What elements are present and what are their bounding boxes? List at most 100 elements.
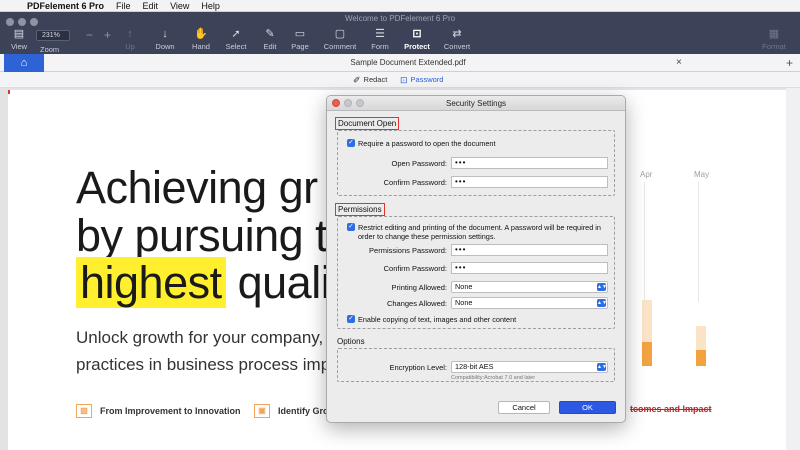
require-password-checkbox[interactable]: ✓ Require a password to open the document: [347, 139, 496, 148]
feature-item: ▧ From Improvement to Innovation: [76, 404, 241, 418]
compatibility-note: Compatibility:Acrobat 7.0 and later: [451, 375, 536, 381]
chart-gridline: [698, 182, 708, 302]
hero-line-3-rest: quali: [237, 257, 331, 308]
chart-month-label: Apr: [640, 170, 653, 179]
feature-label: From Improvement to Innovation: [100, 406, 241, 416]
encryption-level-select[interactable]: 128-bit AES ▲▼: [451, 361, 608, 373]
redact-icon: ✐: [353, 75, 361, 85]
subtitle-line-1: Unlock growth for your company, ado: [76, 328, 357, 347]
encryption-level-label: Encryption Level:: [389, 363, 447, 372]
tab-document[interactable]: Sample Document Extended.pdf: [44, 54, 772, 72]
convert-icon: ⇄: [452, 28, 462, 40]
confirm-permissions-password-input[interactable]: •••: [451, 262, 608, 274]
format-button[interactable]: ▦ Format: [752, 28, 796, 51]
dialog-zoom-button: [356, 99, 364, 107]
page-label: Page: [291, 42, 309, 51]
printing-allowed-value: None: [455, 282, 473, 291]
protect-button[interactable]: ⊡ Protect: [395, 28, 439, 51]
chart-gridline: [644, 182, 654, 302]
checkmark-icon: ✓: [347, 223, 355, 231]
menu-file[interactable]: File: [116, 1, 131, 11]
subtitle-line-2: practices in business process improve: [76, 355, 364, 374]
new-tab-button[interactable]: +: [786, 54, 793, 72]
home-tab[interactable]: ⌂: [4, 54, 44, 72]
changes-allowed-label: Changes Allowed:: [386, 299, 447, 308]
document-open-heading: Document Open: [335, 117, 400, 130]
chevron-updown-icon: ▲▼: [597, 283, 607, 291]
view-button[interactable]: ▤ View: [0, 28, 41, 51]
feature-item: tcomes and Impact: [630, 404, 712, 414]
permissions-password-label: Permissions Password:: [369, 246, 447, 255]
chart-bar-dark: [696, 350, 706, 366]
permissions-heading: Permissions: [335, 203, 385, 216]
confirm-permissions-password-label: Confirm Password:: [383, 264, 447, 273]
cancel-button[interactable]: Cancel: [498, 401, 550, 414]
open-password-input[interactable]: •••: [451, 157, 608, 169]
protect-label: Protect: [404, 42, 430, 51]
redact-button[interactable]: ✐ Redact: [353, 72, 387, 88]
dialog-window-controls: [332, 99, 364, 107]
hero-line-1: Achieving gr: [76, 162, 318, 213]
changes-allowed-value: None: [455, 298, 473, 307]
checkmark-icon: ✓: [347, 315, 355, 323]
dialog-titlebar: Security Settings: [327, 96, 625, 111]
format-icon: ▦: [768, 28, 780, 40]
sidebar-icon: ▤: [13, 28, 25, 40]
convert-label: Convert: [443, 42, 471, 51]
close-tab-icon[interactable]: ×: [676, 54, 682, 72]
menu-edit[interactable]: Edit: [143, 1, 159, 11]
redact-label: Redact: [363, 75, 388, 84]
zoom-select[interactable]: 231%: [36, 30, 70, 41]
home-icon: ⌂: [20, 57, 28, 69]
page-button[interactable]: ▭ Page: [278, 28, 322, 51]
zoom-out-button[interactable]: −: [86, 28, 93, 42]
chart-bar-light: [696, 326, 706, 350]
growth-icon: ▣: [254, 404, 270, 418]
app-window: { "menubar": { "app_name": "PDFelement 6…: [0, 0, 800, 450]
menu-view[interactable]: View: [170, 1, 189, 11]
encryption-level-value: 128-bit AES: [455, 362, 494, 371]
permissions-password-input[interactable]: •••: [451, 244, 608, 256]
confirm-open-password-input[interactable]: •••: [451, 176, 608, 188]
chart-month-label: May: [694, 170, 710, 179]
menu-app-name[interactable]: PDFelement 6 Pro: [27, 1, 104, 11]
open-password-label: Open Password:: [391, 159, 447, 168]
vertical-scrollbar[interactable]: [786, 88, 800, 450]
options-heading: Options: [337, 337, 365, 346]
ok-button[interactable]: OK: [559, 401, 616, 414]
highlighted-text: highest: [76, 257, 226, 308]
format-label: Format: [762, 42, 786, 51]
dialog-minimize-button: [344, 99, 352, 107]
convert-button[interactable]: ⇄ Convert: [435, 28, 479, 51]
lock-icon: ⊡: [412, 28, 422, 40]
zoom-label: Zoom: [40, 45, 60, 54]
password-label: Password: [410, 75, 444, 84]
tab-bar: ⌂ Sample Document Extended.pdf × +: [0, 54, 800, 72]
enable-copying-checkbox[interactable]: ✓ Enable copying of text, images and othe…: [347, 315, 516, 324]
menu-bar: PDFelement 6 Pro File Edit View Help: [0, 0, 800, 12]
changes-allowed-select[interactable]: None ▲▼: [451, 297, 608, 309]
chart-bar-light: [642, 300, 652, 342]
restrict-editing-checkbox[interactable]: ✓ Restrict editing and printing of the do…: [347, 223, 609, 232]
hero-line-2: by pursuing t: [76, 210, 328, 261]
hero-line-3: highest quali: [76, 257, 331, 309]
enable-copying-label: Enable copying of text, images and other…: [358, 315, 517, 324]
protect-subtoolbar: ✐ Redact ⊡ Password: [0, 72, 800, 88]
page-marker: [8, 90, 10, 94]
restrict-label-line-1: Restrict editing and printing of the doc…: [358, 223, 601, 232]
comment-label: Comment: [323, 42, 357, 51]
comment-button[interactable]: ▢ Comment: [318, 28, 362, 51]
printing-allowed-select[interactable]: None ▲▼: [451, 281, 608, 293]
dialog-close-button[interactable]: [332, 99, 340, 107]
printing-allowed-label: Printing Allowed:: [391, 283, 447, 292]
improvement-icon: ▧: [76, 404, 92, 418]
menu-help[interactable]: Help: [201, 1, 220, 11]
feature-item: ▣ Identify Grow: [254, 404, 336, 418]
password-button[interactable]: ⊡ Password: [400, 72, 443, 88]
confirm-password-label: Confirm Password:: [383, 178, 447, 187]
dialog-title: Security Settings: [445, 99, 507, 108]
checkmark-icon: ✓: [347, 139, 355, 147]
security-settings-dialog: Security Settings Document Open ✓ Require…: [326, 95, 626, 423]
chevron-updown-icon: ▲▼: [597, 363, 607, 371]
main-toolbar: Welcome to PDFelement 6 Pro ▤ View 231% …: [0, 12, 800, 54]
